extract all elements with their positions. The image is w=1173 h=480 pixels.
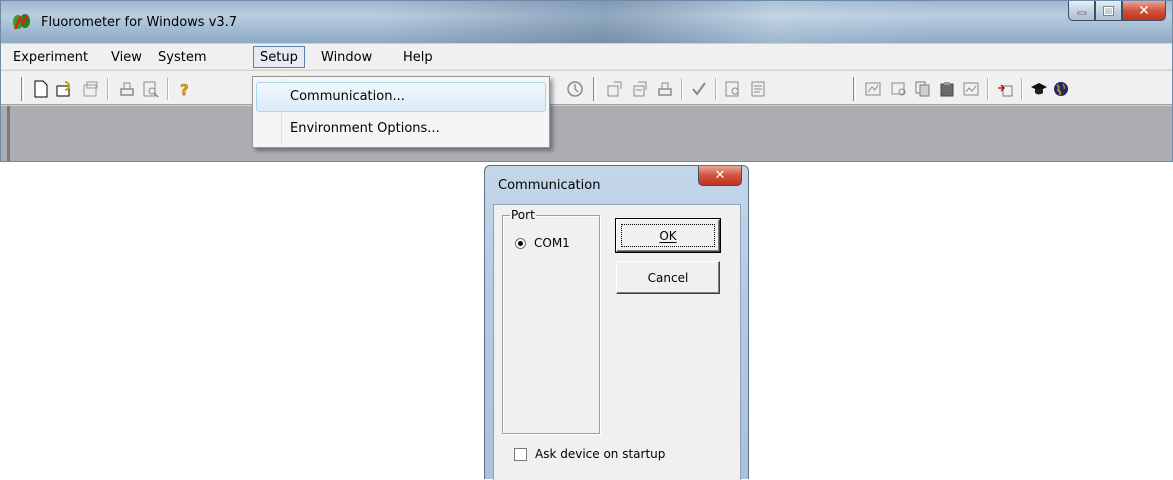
menu-help[interactable]: Help	[397, 48, 439, 68]
menu-bar: Experiment View System Setup Window Help	[1, 44, 1172, 70]
toolbar: ?	[1, 71, 1172, 105]
title-bar[interactable]: Fluorometer for Windows v3.7 ✕	[1, 1, 1172, 43]
main-window: Fluorometer for Windows v3.7 ✕ Experimen…	[0, 0, 1173, 162]
window-title: Fluorometer for Windows v3.7	[41, 15, 238, 30]
menu-view[interactable]: View	[105, 48, 148, 68]
menu-item-environment-options[interactable]: Environment Options...	[256, 114, 546, 144]
dialog-close-button[interactable]: ✕	[698, 166, 742, 186]
help-icon[interactable]: ?	[175, 79, 195, 99]
port-group-label: Port	[510, 208, 536, 222]
mdi-client-area	[1, 106, 1172, 161]
copy-icon[interactable]	[913, 79, 933, 99]
open-disabled-icon[interactable]	[81, 79, 101, 99]
import-icon[interactable]	[631, 79, 651, 99]
cancel-button-label: Cancel	[647, 270, 689, 285]
print-icon[interactable]	[117, 79, 137, 99]
minimize-button[interactable]	[1068, 1, 1095, 21]
new-file-icon[interactable]	[31, 79, 51, 99]
cancel-button[interactable]: Cancel	[616, 261, 720, 294]
communication-dialog: Communication ✕ Port COM1 OK Cancel Ask …	[484, 165, 749, 480]
close-button[interactable]: ✕	[1122, 1, 1166, 21]
focus-rect	[621, 224, 715, 247]
toolbar-separator	[107, 78, 109, 100]
find-icon[interactable]	[723, 79, 743, 99]
print-preview-icon[interactable]	[141, 79, 161, 99]
toolbar-separator	[1021, 78, 1023, 100]
timer-icon[interactable]	[565, 79, 585, 99]
radio-com1[interactable]: COM1	[515, 236, 570, 250]
menu-experiment[interactable]: Experiment	[7, 48, 94, 68]
toolbar-grip-2[interactable]	[593, 77, 596, 101]
graduation-cap-icon[interactable]	[1029, 79, 1049, 99]
export-icon[interactable]	[605, 79, 625, 99]
ask-device-label[interactable]: Ask device on startup	[535, 447, 665, 461]
menu-item-communication[interactable]: Communication...	[256, 82, 546, 112]
minimize-icon	[1077, 11, 1086, 14]
menu-system[interactable]: System	[152, 48, 212, 68]
chart-icon[interactable]	[961, 79, 981, 99]
menu-setup[interactable]: Setup	[253, 46, 305, 68]
ask-device-checkbox-row[interactable]: Ask device on startup	[514, 447, 665, 461]
setup-dropdown-menu: Communication... Environment Options...	[252, 76, 550, 148]
close-icon: ✕	[1138, 2, 1150, 19]
globe-icon[interactable]	[1051, 79, 1071, 99]
client-edge	[7, 106, 10, 161]
toolbar-grip[interactable]	[21, 77, 24, 101]
radio-selected-icon[interactable]	[515, 237, 526, 249]
fluorometer-app-icon	[13, 14, 30, 30]
graph-icon[interactable]	[863, 79, 883, 99]
transfer-icon[interactable]	[995, 79, 1015, 99]
ok-button[interactable]: OK	[615, 218, 721, 253]
report-icon[interactable]	[749, 79, 769, 99]
close-icon: ✕	[714, 168, 726, 183]
graph-zoom-icon[interactable]	[889, 79, 909, 99]
ask-device-checkbox[interactable]	[514, 447, 527, 461]
maximize-button[interactable]	[1095, 1, 1122, 21]
toolbar-grip-3[interactable]	[853, 77, 856, 101]
menu-window[interactable]: Window	[315, 48, 378, 68]
dialog-title: Communication	[498, 178, 601, 193]
check-icon[interactable]	[689, 79, 709, 99]
toolbar-separator	[715, 78, 717, 100]
paste-icon[interactable]	[937, 79, 957, 99]
svg-text:?: ?	[180, 81, 189, 98]
port-groupbox: Port COM1	[502, 208, 600, 434]
open-icon[interactable]	[55, 79, 75, 99]
toolbar-separator	[987, 78, 989, 100]
printer-icon[interactable]	[655, 79, 675, 99]
caption-buttons: ✕	[1068, 1, 1166, 21]
toolbar-separator	[681, 78, 683, 100]
maximize-icon	[1103, 5, 1114, 16]
toolbar-separator	[167, 78, 169, 100]
dialog-client: Port COM1 OK Cancel Ask device on startu…	[493, 204, 741, 480]
radio-com1-label[interactable]: COM1	[534, 236, 570, 250]
